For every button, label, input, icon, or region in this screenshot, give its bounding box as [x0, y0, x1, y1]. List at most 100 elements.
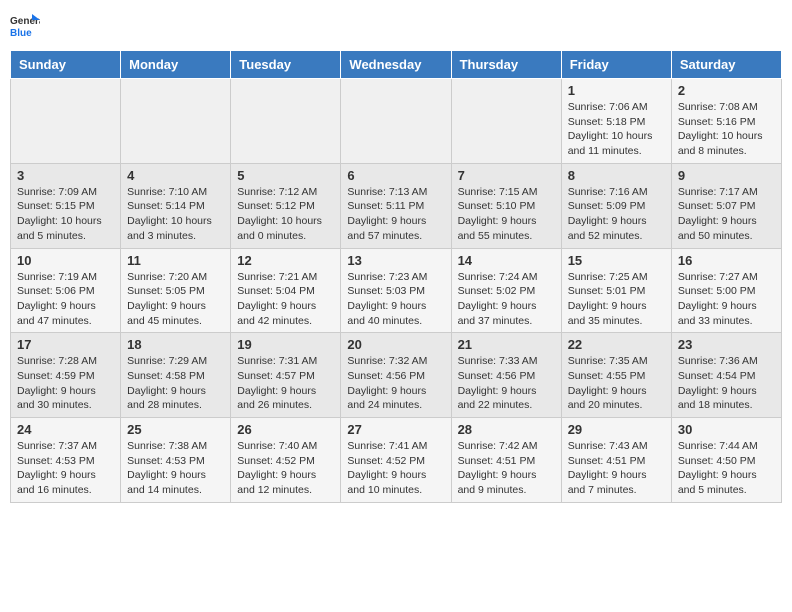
calendar-cell: 11 Sunrise: 7:20 AM Sunset: 5:05 PM Dayli…	[121, 248, 231, 333]
day-number: 30	[678, 422, 775, 437]
day-info: Sunrise: 7:25 AM Sunset: 5:01 PM Dayligh…	[568, 270, 665, 329]
day-number: 11	[127, 253, 224, 268]
day-info: Sunrise: 7:16 AM Sunset: 5:09 PM Dayligh…	[568, 185, 665, 244]
calendar-week-row: 24 Sunrise: 7:37 AM Sunset: 4:53 PM Dayli…	[11, 418, 782, 503]
calendar-cell: 6 Sunrise: 7:13 AM Sunset: 5:11 PM Daylig…	[341, 163, 451, 248]
day-number: 25	[127, 422, 224, 437]
day-number: 19	[237, 337, 334, 352]
calendar-cell: 9 Sunrise: 7:17 AM Sunset: 5:07 PM Daylig…	[671, 163, 781, 248]
calendar-cell: 24 Sunrise: 7:37 AM Sunset: 4:53 PM Dayli…	[11, 418, 121, 503]
day-number: 10	[17, 253, 114, 268]
day-number: 24	[17, 422, 114, 437]
day-info: Sunrise: 7:41 AM Sunset: 4:52 PM Dayligh…	[347, 439, 444, 498]
calendar-cell: 5 Sunrise: 7:12 AM Sunset: 5:12 PM Daylig…	[231, 163, 341, 248]
day-info: Sunrise: 7:33 AM Sunset: 4:56 PM Dayligh…	[458, 354, 555, 413]
day-number: 9	[678, 168, 775, 183]
day-info: Sunrise: 7:24 AM Sunset: 5:02 PM Dayligh…	[458, 270, 555, 329]
day-number: 8	[568, 168, 665, 183]
calendar-cell: 28 Sunrise: 7:42 AM Sunset: 4:51 PM Dayli…	[451, 418, 561, 503]
day-info: Sunrise: 7:09 AM Sunset: 5:15 PM Dayligh…	[17, 185, 114, 244]
calendar-cell: 26 Sunrise: 7:40 AM Sunset: 4:52 PM Dayli…	[231, 418, 341, 503]
day-info: Sunrise: 7:27 AM Sunset: 5:00 PM Dayligh…	[678, 270, 775, 329]
day-info: Sunrise: 7:42 AM Sunset: 4:51 PM Dayligh…	[458, 439, 555, 498]
day-info: Sunrise: 7:17 AM Sunset: 5:07 PM Dayligh…	[678, 185, 775, 244]
calendar-cell: 21 Sunrise: 7:33 AM Sunset: 4:56 PM Dayli…	[451, 333, 561, 418]
day-number: 15	[568, 253, 665, 268]
calendar-cell: 10 Sunrise: 7:19 AM Sunset: 5:06 PM Dayli…	[11, 248, 121, 333]
day-number: 6	[347, 168, 444, 183]
calendar-header-row: SundayMondayTuesdayWednesdayThursdayFrid…	[11, 51, 782, 79]
day-number: 4	[127, 168, 224, 183]
calendar-cell	[341, 79, 451, 164]
day-info: Sunrise: 7:28 AM Sunset: 4:59 PM Dayligh…	[17, 354, 114, 413]
day-info: Sunrise: 7:38 AM Sunset: 4:53 PM Dayligh…	[127, 439, 224, 498]
day-number: 12	[237, 253, 334, 268]
day-number: 27	[347, 422, 444, 437]
calendar-cell: 30Sunrise: 7:44 AM Sunset: 4:50 PM Dayli…	[671, 418, 781, 503]
calendar-cell: 8 Sunrise: 7:16 AM Sunset: 5:09 PM Daylig…	[561, 163, 671, 248]
calendar-cell: 25 Sunrise: 7:38 AM Sunset: 4:53 PM Dayli…	[121, 418, 231, 503]
day-info: Sunrise: 7:06 AM Sunset: 5:18 PM Dayligh…	[568, 100, 665, 159]
calendar-cell: 20 Sunrise: 7:32 AM Sunset: 4:56 PM Dayli…	[341, 333, 451, 418]
calendar-cell: 14 Sunrise: 7:24 AM Sunset: 5:02 PM Dayli…	[451, 248, 561, 333]
calendar-week-row: 17 Sunrise: 7:28 AM Sunset: 4:59 PM Dayli…	[11, 333, 782, 418]
svg-text:Blue: Blue	[10, 28, 32, 39]
day-number: 28	[458, 422, 555, 437]
calendar-week-row: 1 Sunrise: 7:06 AM Sunset: 5:18 PM Daylig…	[11, 79, 782, 164]
day-number: 5	[237, 168, 334, 183]
calendar-cell: 15 Sunrise: 7:25 AM Sunset: 5:01 PM Dayli…	[561, 248, 671, 333]
day-info: Sunrise: 7:43 AM Sunset: 4:51 PM Dayligh…	[568, 439, 665, 498]
calendar-cell: 19Sunrise: 7:31 AM Sunset: 4:57 PM Dayli…	[231, 333, 341, 418]
day-number: 26	[237, 422, 334, 437]
day-info: Sunrise: 7:12 AM Sunset: 5:12 PM Dayligh…	[237, 185, 334, 244]
day-info: Sunrise: 7:32 AM Sunset: 4:56 PM Dayligh…	[347, 354, 444, 413]
day-info: Sunrise: 7:37 AM Sunset: 4:53 PM Dayligh…	[17, 439, 114, 498]
day-number: 23	[678, 337, 775, 352]
day-number: 18	[127, 337, 224, 352]
calendar-cell: 23 Sunrise: 7:36 AM Sunset: 4:54 PM Dayli…	[671, 333, 781, 418]
calendar-cell	[231, 79, 341, 164]
day-info: Sunrise: 7:21 AM Sunset: 5:04 PM Dayligh…	[237, 270, 334, 329]
calendar-week-row: 10 Sunrise: 7:19 AM Sunset: 5:06 PM Dayli…	[11, 248, 782, 333]
calendar-cell: 1 Sunrise: 7:06 AM Sunset: 5:18 PM Daylig…	[561, 79, 671, 164]
calendar-cell: 18Sunrise: 7:29 AM Sunset: 4:58 PM Dayli…	[121, 333, 231, 418]
day-number: 3	[17, 168, 114, 183]
day-number: 2	[678, 83, 775, 98]
calendar-cell: 27 Sunrise: 7:41 AM Sunset: 4:52 PM Dayli…	[341, 418, 451, 503]
calendar-table: SundayMondayTuesdayWednesdayThursdayFrid…	[10, 50, 782, 503]
calendar-cell	[451, 79, 561, 164]
calendar-cell: 4Sunrise: 7:10 AM Sunset: 5:14 PM Daylig…	[121, 163, 231, 248]
day-info: Sunrise: 7:36 AM Sunset: 4:54 PM Dayligh…	[678, 354, 775, 413]
calendar-cell: 17 Sunrise: 7:28 AM Sunset: 4:59 PM Dayli…	[11, 333, 121, 418]
day-info: Sunrise: 7:35 AM Sunset: 4:55 PM Dayligh…	[568, 354, 665, 413]
day-number: 7	[458, 168, 555, 183]
day-info: Sunrise: 7:19 AM Sunset: 5:06 PM Dayligh…	[17, 270, 114, 329]
day-of-week-header: Sunday	[11, 51, 121, 79]
logo-icon: GeneralBlue	[10, 10, 40, 40]
calendar-cell: 2 Sunrise: 7:08 AM Sunset: 5:16 PM Daylig…	[671, 79, 781, 164]
day-of-week-header: Thursday	[451, 51, 561, 79]
day-info: Sunrise: 7:40 AM Sunset: 4:52 PM Dayligh…	[237, 439, 334, 498]
day-number: 1	[568, 83, 665, 98]
calendar-week-row: 3 Sunrise: 7:09 AM Sunset: 5:15 PM Daylig…	[11, 163, 782, 248]
day-number: 13	[347, 253, 444, 268]
day-number: 17	[17, 337, 114, 352]
day-info: Sunrise: 7:20 AM Sunset: 5:05 PM Dayligh…	[127, 270, 224, 329]
day-of-week-header: Tuesday	[231, 51, 341, 79]
calendar-cell	[121, 79, 231, 164]
calendar-cell	[11, 79, 121, 164]
day-of-week-header: Saturday	[671, 51, 781, 79]
day-info: Sunrise: 7:13 AM Sunset: 5:11 PM Dayligh…	[347, 185, 444, 244]
day-number: 20	[347, 337, 444, 352]
day-number: 14	[458, 253, 555, 268]
day-number: 16	[678, 253, 775, 268]
calendar-cell: 12 Sunrise: 7:21 AM Sunset: 5:04 PM Dayli…	[231, 248, 341, 333]
day-of-week-header: Friday	[561, 51, 671, 79]
day-of-week-header: Wednesday	[341, 51, 451, 79]
calendar-cell: 13Sunrise: 7:23 AM Sunset: 5:03 PM Dayli…	[341, 248, 451, 333]
day-info: Sunrise: 7:08 AM Sunset: 5:16 PM Dayligh…	[678, 100, 775, 159]
calendar-cell: 3 Sunrise: 7:09 AM Sunset: 5:15 PM Daylig…	[11, 163, 121, 248]
day-number: 21	[458, 337, 555, 352]
calendar-cell: 29Sunrise: 7:43 AM Sunset: 4:51 PM Dayli…	[561, 418, 671, 503]
day-of-week-header: Monday	[121, 51, 231, 79]
